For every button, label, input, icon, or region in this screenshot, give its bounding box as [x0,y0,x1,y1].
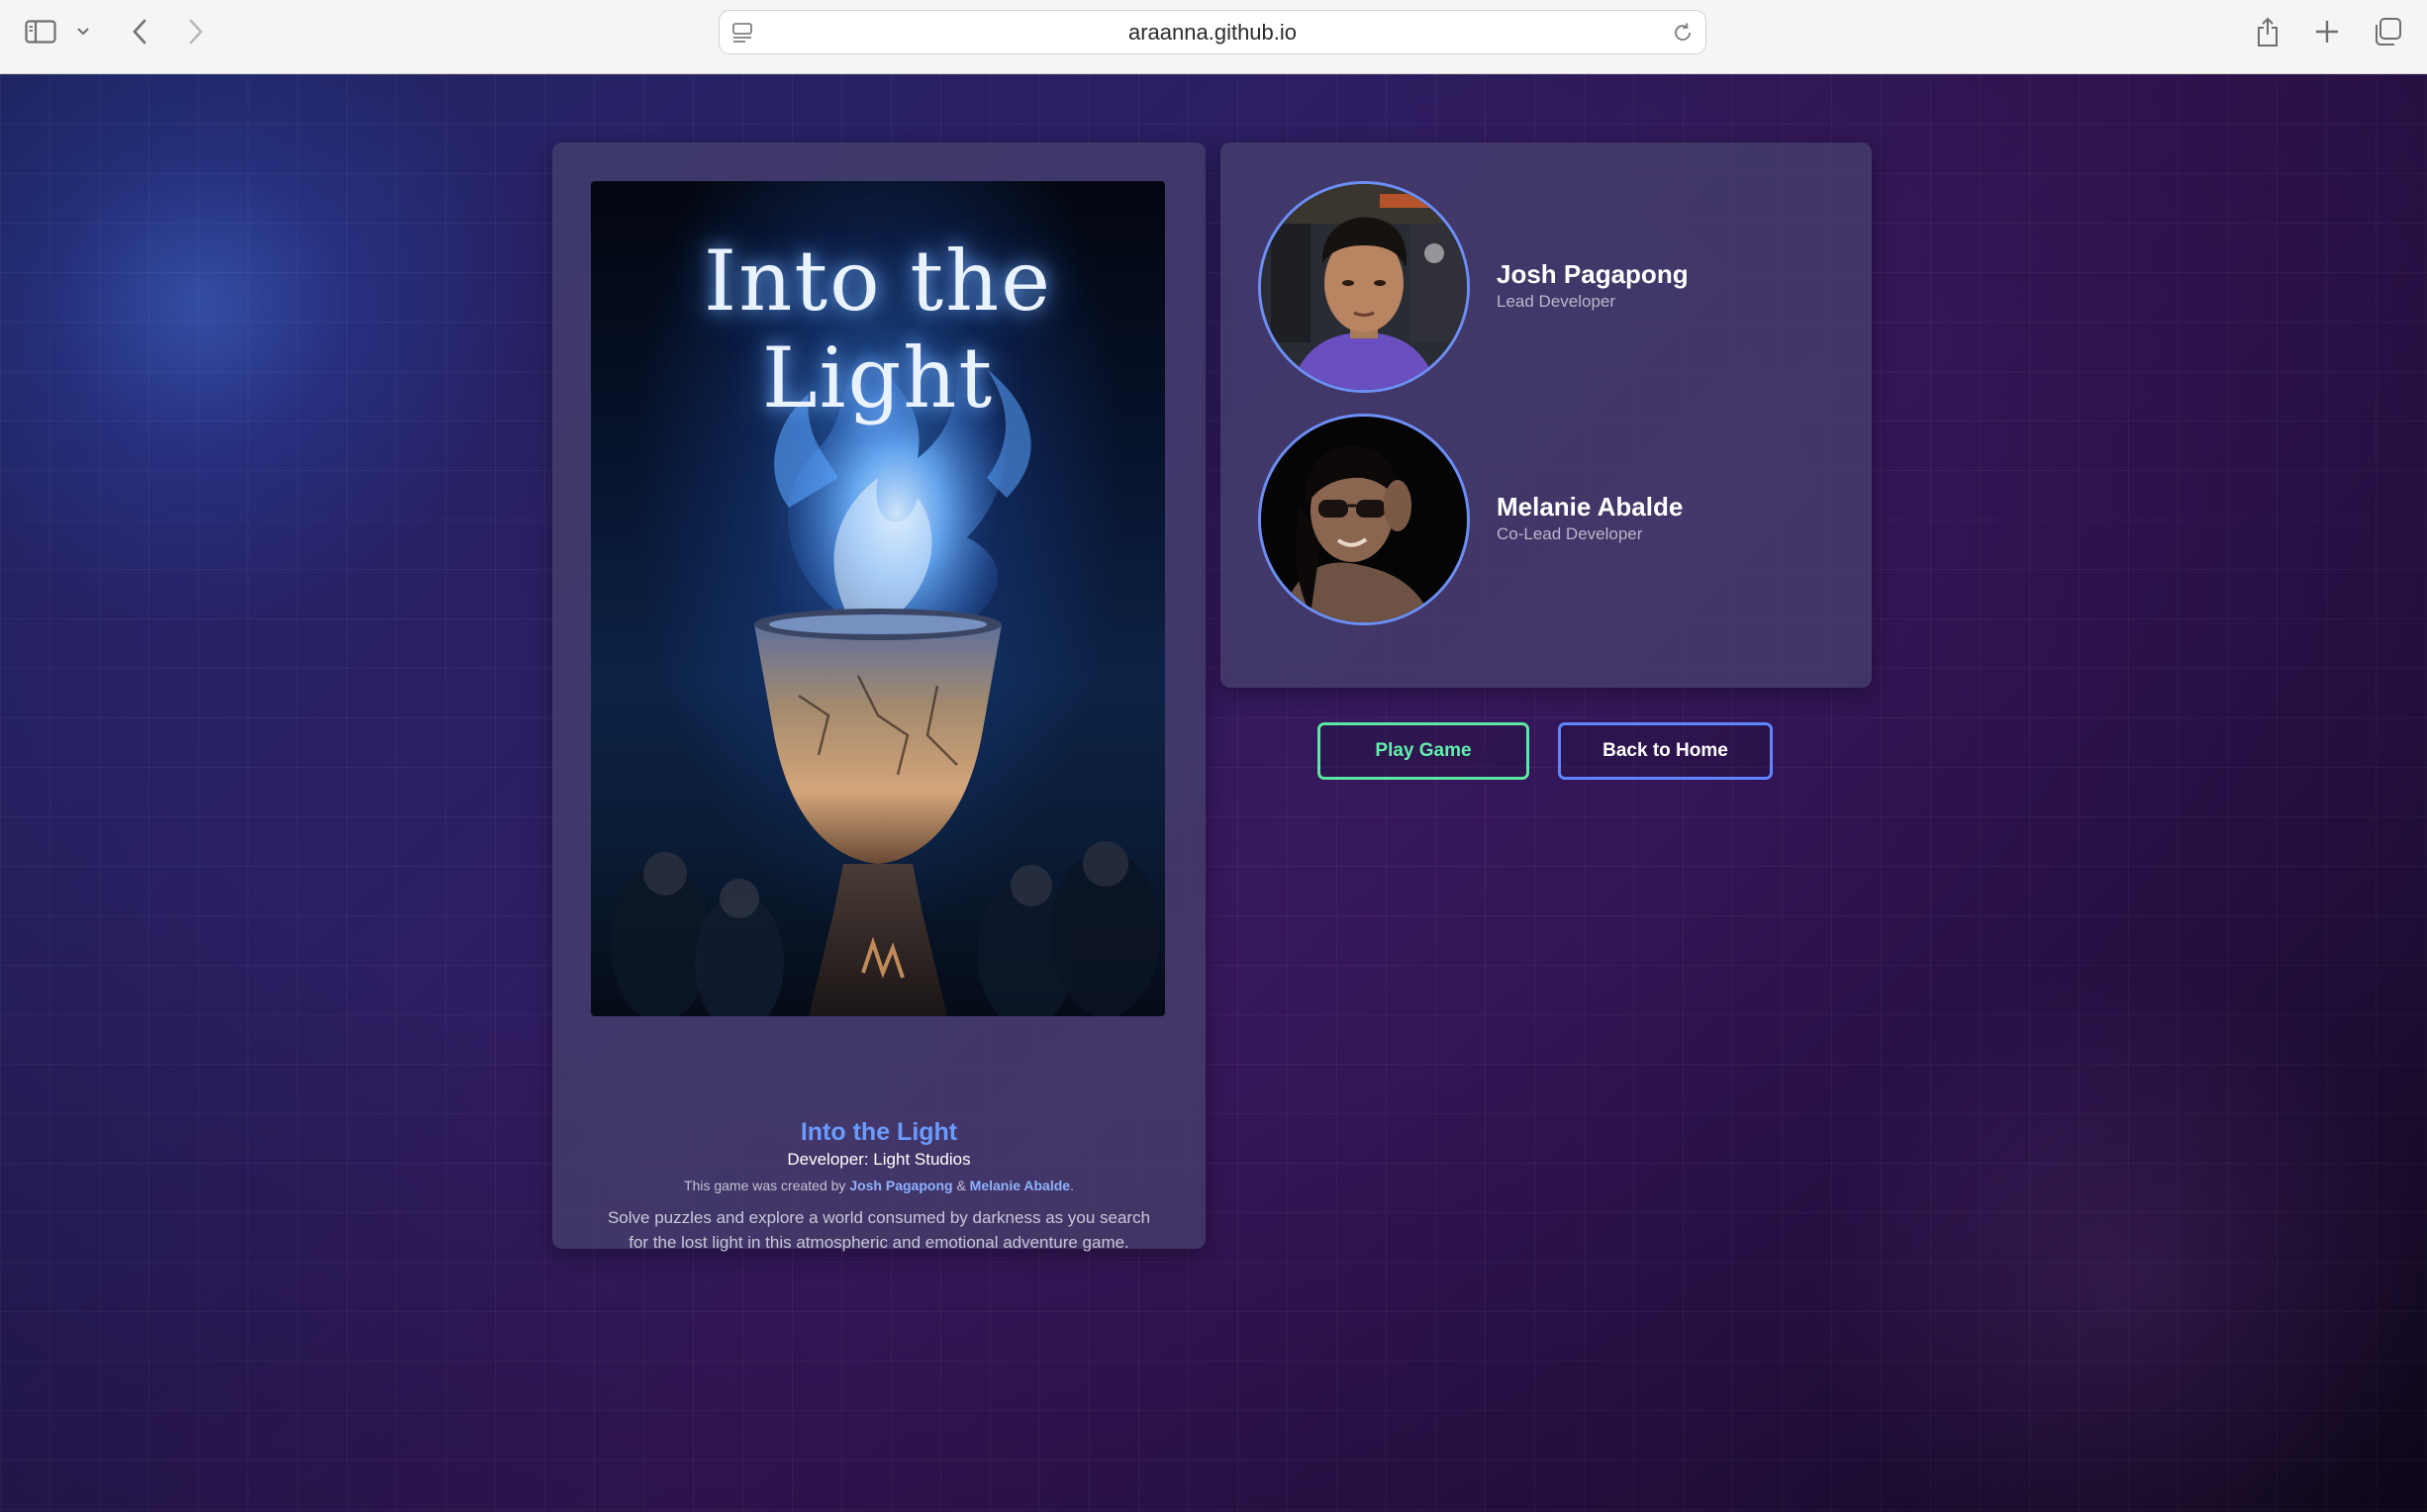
credits-prefix: This game was created by [684,1178,846,1193]
poster-title: Into the Light [704,233,1052,426]
game-card: Into the Light Into the Light Developer:… [552,142,1206,1252]
team-member-melanie: Melanie Abalde Co-Lead Developer [1258,414,1832,627]
team-member-josh: Josh Pagapong Lead Developer [1258,181,1832,395]
page-background: Into the Light Into the Light Developer:… [0,74,2427,1512]
new-tab-icon[interactable] [2312,14,2342,49]
vignette [0,74,2427,1512]
browser-toolbar: araanna.github.io [0,0,2427,74]
back-icon[interactable] [127,14,152,49]
credits-and: & [956,1178,966,1193]
avatar [1258,181,1470,393]
url-text: araanna.github.io [1127,19,1298,45]
tabs-overview-icon[interactable] [2372,14,2403,49]
credit-link-josh[interactable]: Josh Pagapong [849,1178,952,1193]
sidebar-icon[interactable] [22,14,59,49]
team-card: Josh Pagapong Lead Developer Melanie Aba… [1220,142,1872,688]
back-to-home-button[interactable]: Back to Home [1558,722,1773,780]
credits-suffix: . [1070,1178,1074,1193]
play-game-button[interactable]: Play Game [1317,722,1529,780]
chevron-down-icon[interactable] [73,14,93,49]
member-role: Lead Developer [1497,292,1616,311]
member-name: Josh Pagapong [1497,259,1689,289]
reload-icon[interactable] [1672,22,1694,48]
share-icon[interactable] [2253,14,2282,49]
game-credits: This game was created by Josh Pagapong &… [552,1178,1206,1193]
address-bar[interactable]: araanna.github.io [719,10,1706,54]
member-name: Melanie Abalde [1497,492,1684,521]
game-description: Solve puzzles and explore a world consum… [607,1208,1151,1252]
credit-link-melanie[interactable]: Melanie Abalde [970,1178,1070,1193]
game-developer: Developer: Light Studios [787,1150,971,1169]
avatar [1258,414,1470,625]
game-title: Into the Light [800,1118,958,1146]
game-poster: Into the Light [591,181,1165,1016]
forward-icon[interactable] [183,14,209,49]
member-role: Co-Lead Developer [1497,524,1643,543]
